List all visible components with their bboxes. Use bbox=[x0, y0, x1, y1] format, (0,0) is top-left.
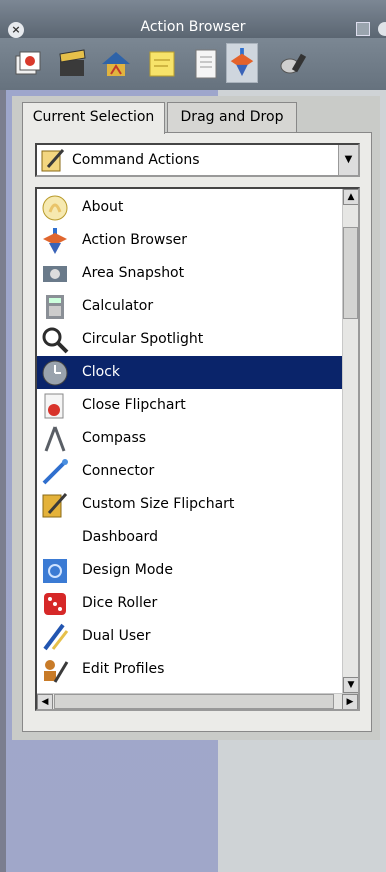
scroll-right-icon[interactable]: ▶ bbox=[342, 694, 358, 709]
window-options-button[interactable] bbox=[378, 22, 386, 36]
list-item-label: Circular Spotlight bbox=[82, 331, 204, 347]
window-menu-button[interactable] bbox=[356, 22, 370, 36]
list-item[interactable]: Design Mode bbox=[37, 554, 346, 587]
window-edge bbox=[0, 90, 6, 872]
vertical-scrollbar[interactable]: ▲ ▼ bbox=[342, 189, 358, 693]
spotlight-icon bbox=[42, 327, 69, 354]
list-item-label: Close Flipchart bbox=[82, 397, 186, 413]
list-item-label: Dice Roller bbox=[82, 595, 158, 611]
chevron-down-icon[interactable]: ▼ bbox=[338, 145, 358, 175]
dual-pen-icon bbox=[43, 623, 69, 651]
list-item[interactable]: Compass bbox=[37, 422, 346, 455]
tab-drag-and-drop[interactable]: Drag and Drop bbox=[167, 102, 297, 132]
action-type-dropdown[interactable]: Command Actions ▼ bbox=[35, 143, 360, 177]
list-item[interactable]: About bbox=[37, 191, 346, 224]
house-icon[interactable] bbox=[100, 48, 132, 80]
list-item-label: Dashboard bbox=[82, 529, 158, 545]
list-item[interactable]: Connector bbox=[37, 455, 346, 488]
list-item[interactable]: Area Snapshot bbox=[37, 257, 346, 290]
tab-content: Command Actions ▼ About Action Browser Are… bbox=[22, 132, 372, 732]
list-item[interactable]: Clock bbox=[37, 356, 346, 389]
camera-icon bbox=[43, 266, 67, 282]
design-mode-icon bbox=[43, 559, 67, 583]
list-item[interactable]: Close Flipchart bbox=[37, 389, 346, 422]
tab-current-selection[interactable]: Current Selection bbox=[22, 102, 165, 134]
action-browser-panel: Current Selection Drag and Drop Command … bbox=[12, 96, 380, 740]
page-icon[interactable] bbox=[190, 48, 222, 80]
scroll-left-icon[interactable]: ◀ bbox=[37, 694, 53, 709]
actions-list[interactable]: About Action Browser Area Snapshot Calculat… bbox=[35, 187, 360, 711]
list-item-label: Clock bbox=[82, 364, 121, 380]
list-item[interactable]: Action Browser bbox=[37, 224, 346, 257]
clapperboard-icon[interactable] bbox=[56, 48, 88, 80]
edit-profiles-icon bbox=[44, 660, 69, 683]
list-item[interactable]: Calculator bbox=[37, 290, 346, 323]
list-item-label: Edit Profiles bbox=[82, 661, 165, 677]
scroll-up-icon[interactable]: ▲ bbox=[343, 189, 358, 205]
list-item[interactable]: Dice Roller bbox=[37, 587, 346, 620]
window-title: Action Browser bbox=[140, 19, 246, 35]
list-item[interactable]: Circular Spotlight bbox=[37, 323, 346, 356]
vertical-scroll-thumb[interactable] bbox=[343, 227, 358, 319]
dice-icon bbox=[44, 593, 66, 615]
list-item-label: Dual User bbox=[82, 628, 151, 644]
flipchart-pen-icon bbox=[42, 492, 68, 518]
list-item-label: Custom Size Flipchart bbox=[82, 496, 235, 512]
list-item-label: Compass bbox=[82, 430, 147, 446]
sticky-note-icon[interactable] bbox=[146, 48, 178, 80]
about-icon bbox=[42, 195, 68, 221]
list-item-label: Action Browser bbox=[82, 232, 188, 248]
spinning-top-icon[interactable] bbox=[226, 43, 258, 83]
list-item-label: Calculator bbox=[82, 298, 154, 314]
list-item-label: About bbox=[82, 199, 124, 215]
list-item-label: Connector bbox=[82, 463, 155, 479]
flipchart-pen-icon bbox=[41, 149, 65, 172]
connector-icon bbox=[42, 459, 68, 485]
list-item-label: Area Snapshot bbox=[82, 265, 185, 281]
horizontal-scroll-thumb[interactable] bbox=[54, 694, 334, 709]
tools-icon[interactable] bbox=[278, 48, 310, 80]
horizontal-scrollbar[interactable]: ◀ ▶ bbox=[37, 693, 358, 709]
list-item-label: Design Mode bbox=[82, 562, 173, 578]
clock-icon bbox=[42, 360, 68, 386]
list-item[interactable]: Edit Profiles bbox=[37, 653, 346, 686]
title-bar: × Action Browser bbox=[0, 0, 386, 38]
compass-icon bbox=[44, 426, 66, 452]
list-item[interactable]: Custom Size Flipchart bbox=[37, 488, 346, 521]
close-flipchart-icon bbox=[44, 393, 64, 419]
action-category-toolbar bbox=[0, 38, 386, 90]
spinning-top-icon bbox=[43, 228, 67, 254]
calculator-icon bbox=[46, 295, 64, 319]
list-item[interactable]: Dual User bbox=[37, 620, 346, 653]
list-item[interactable]: Dashboard bbox=[37, 521, 346, 554]
dropdown-selected-value: Command Actions bbox=[72, 152, 200, 168]
scroll-down-icon[interactable]: ▼ bbox=[343, 677, 358, 693]
flipchart-stack-icon[interactable] bbox=[12, 48, 44, 80]
